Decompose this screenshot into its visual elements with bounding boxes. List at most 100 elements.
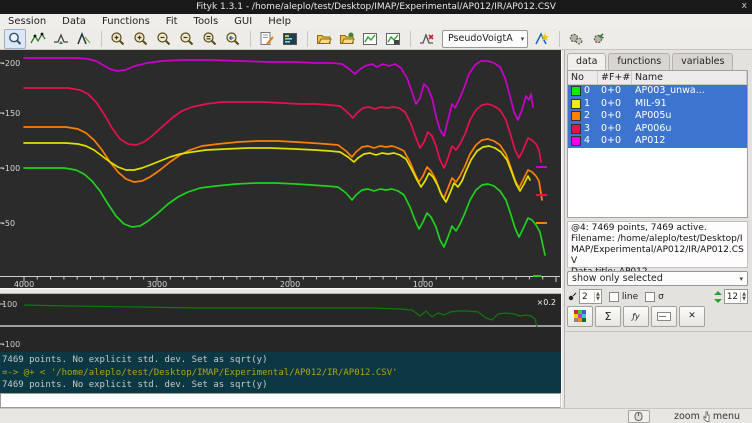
menu-help[interactable]: Help bbox=[260, 16, 299, 27]
dataset-color-swatch[interactable] bbox=[571, 111, 581, 121]
dataset-color-swatch[interactable] bbox=[571, 136, 581, 146]
table-row[interactable]: 2 0+0 AP005u bbox=[568, 110, 747, 123]
auto-add-peak-button[interactable] bbox=[531, 29, 553, 49]
window-title: Fityk 1.3.1 - /home/aleplo/test/Desktop/… bbox=[196, 2, 556, 12]
baseline-button[interactable] bbox=[50, 29, 72, 49]
dataset-color-swatch[interactable] bbox=[571, 86, 581, 96]
console-line: 7469 points. No explicit std. dev. Set a… bbox=[2, 379, 561, 392]
header-no: No bbox=[568, 71, 598, 84]
mouse-icon bbox=[634, 412, 643, 421]
spinner-arrows-icon[interactable]: ▲▼ bbox=[594, 292, 601, 302]
toolbar: PseudoVoigtA ▾ bbox=[0, 28, 752, 50]
delete-dataset-button[interactable]: ✕ bbox=[679, 306, 705, 327]
text-frame-icon bbox=[657, 312, 671, 321]
menu-tools[interactable]: Tools bbox=[186, 16, 227, 27]
sidebar: data functions variables No #F+# Name 0 … bbox=[565, 50, 752, 408]
title-bar: Fityk 1.3.1 - /home/aleplo/test/Desktop/… bbox=[0, 0, 752, 14]
export-image-button[interactable] bbox=[359, 29, 381, 49]
dataset-fz: 0+0 bbox=[598, 135, 632, 148]
svg-text:-100: -100 bbox=[2, 340, 20, 349]
point-size-value: 2 bbox=[580, 292, 594, 302]
dataset-fz: 0+0 bbox=[598, 123, 632, 136]
run-fit-button[interactable] bbox=[565, 29, 587, 49]
svg-text:×0.2: ×0.2 bbox=[537, 298, 556, 307]
sigma-checkbox[interactable] bbox=[645, 292, 655, 302]
zoom-in-vertical-button[interactable] bbox=[130, 29, 152, 49]
table-row[interactable]: 1 0+0 MIL-91 bbox=[568, 98, 747, 111]
sidebar-tabs: data functions variables bbox=[567, 53, 735, 70]
dataset-fz: 0+0 bbox=[598, 98, 632, 111]
zoom-in-button[interactable] bbox=[107, 29, 129, 49]
shift-value: 12 bbox=[725, 292, 740, 302]
menu-functions[interactable]: Functions bbox=[94, 16, 158, 27]
shift-spinner[interactable]: 12 ▲▼ bbox=[724, 289, 748, 304]
dataset-name: AP012 bbox=[632, 135, 747, 148]
status-menu-label[interactable]: menu bbox=[713, 411, 740, 422]
output-console-button[interactable] bbox=[279, 29, 301, 49]
dataset-name: MIL-91 bbox=[632, 98, 747, 111]
script-editor-button[interactable] bbox=[256, 29, 278, 49]
close-x-icon: ✕ bbox=[688, 311, 696, 321]
main-plot[interactable]: 4000300020001000-200-150-100-50 bbox=[0, 50, 561, 288]
table-row[interactable]: 3 0+0 AP006u bbox=[568, 123, 747, 136]
console-command-line: =-> @+ < '/home/aleplo/test/Desktop/IMAP… bbox=[2, 367, 561, 380]
tab-variables[interactable]: variables bbox=[672, 53, 733, 70]
peak-type-dropdown[interactable]: PseudoVoigtA ▾ bbox=[442, 30, 528, 48]
menu-gui[interactable]: GUI bbox=[226, 16, 260, 27]
zoom-all-button[interactable] bbox=[4, 29, 26, 49]
load-data-button[interactable] bbox=[313, 29, 335, 49]
peak-type-value: PseudoVoigtA bbox=[448, 33, 513, 44]
mouse-mode-button[interactable] bbox=[628, 410, 650, 423]
rename-button[interactable]: ƒy bbox=[623, 306, 649, 327]
plot-config-button[interactable] bbox=[382, 29, 404, 49]
output-console: 7469 points. No explicit std. dev. Set a… bbox=[0, 352, 561, 393]
zoom-out-vertical-button[interactable] bbox=[176, 29, 198, 49]
dataset-color-swatch[interactable] bbox=[571, 124, 581, 134]
spinner-arrows-icon[interactable]: ▲▼ bbox=[740, 292, 747, 302]
command-input-wrap bbox=[0, 393, 561, 408]
dataset-table: No #F+# Name 0 0+0 AP003_unwa... 1 0+0 M… bbox=[567, 70, 748, 218]
svg-text:3000: 3000 bbox=[147, 280, 167, 288]
header-name: Name bbox=[632, 71, 747, 84]
data-range-button[interactable] bbox=[27, 29, 49, 49]
menu-session[interactable]: Session bbox=[0, 16, 54, 27]
zoom-previous-button[interactable] bbox=[222, 29, 244, 49]
aux-plot[interactable]: 100-100×0.2 bbox=[0, 294, 561, 352]
close-icon[interactable]: x bbox=[742, 1, 747, 11]
colors-button[interactable] bbox=[567, 306, 593, 327]
svg-text:-200: -200 bbox=[2, 59, 20, 68]
undo-fit-button[interactable] bbox=[588, 29, 610, 49]
hand-pointer-icon bbox=[702, 411, 711, 422]
zoom-whole-button[interactable] bbox=[199, 29, 221, 49]
dataset-no: 0 bbox=[584, 85, 590, 98]
line-label: line bbox=[622, 292, 638, 302]
point-size-spinner[interactable]: 2 ▲▼ bbox=[579, 289, 602, 304]
delete-function-button[interactable] bbox=[416, 29, 438, 49]
status-zoom-label[interactable]: zoom bbox=[674, 411, 700, 422]
panel-separator bbox=[565, 331, 752, 332]
edit-title-button[interactable] bbox=[651, 306, 677, 327]
table-row[interactable]: 0 0+0 AP003_unwa... bbox=[568, 85, 747, 98]
tab-functions[interactable]: functions bbox=[608, 53, 670, 70]
menu-data[interactable]: Data bbox=[54, 16, 94, 27]
load-data-custom-button[interactable] bbox=[336, 29, 358, 49]
dataset-buttons: Σ ƒy ✕ bbox=[567, 306, 707, 326]
dataset-fz: 0+0 bbox=[598, 110, 632, 123]
show-filter-value: show only selected bbox=[572, 273, 663, 284]
fityk-window: Fityk 1.3.1 - /home/aleplo/test/Desktop/… bbox=[0, 0, 752, 423]
tab-data[interactable]: data bbox=[567, 53, 606, 70]
line-checkbox[interactable] bbox=[609, 292, 619, 302]
svg-text:2000: 2000 bbox=[280, 280, 300, 288]
console-line: 7469 points. No explicit std. dev. Set a… bbox=[2, 354, 561, 367]
sum-button[interactable]: Σ bbox=[595, 306, 621, 327]
show-filter-dropdown[interactable]: show only selected ▾ bbox=[567, 271, 748, 286]
svg-text:-150: -150 bbox=[2, 109, 20, 118]
table-row[interactable]: 4 0+0 AP012 bbox=[568, 135, 747, 148]
menu-fit[interactable]: Fit bbox=[158, 16, 186, 27]
dataset-no: 2 bbox=[584, 110, 590, 123]
draw-peak-button[interactable] bbox=[73, 29, 95, 49]
zoom-out-button[interactable] bbox=[153, 29, 175, 49]
dataset-color-swatch[interactable] bbox=[571, 99, 581, 109]
dataset-name: AP003_unwa... bbox=[632, 85, 747, 98]
chevron-down-icon: ▾ bbox=[521, 35, 525, 43]
